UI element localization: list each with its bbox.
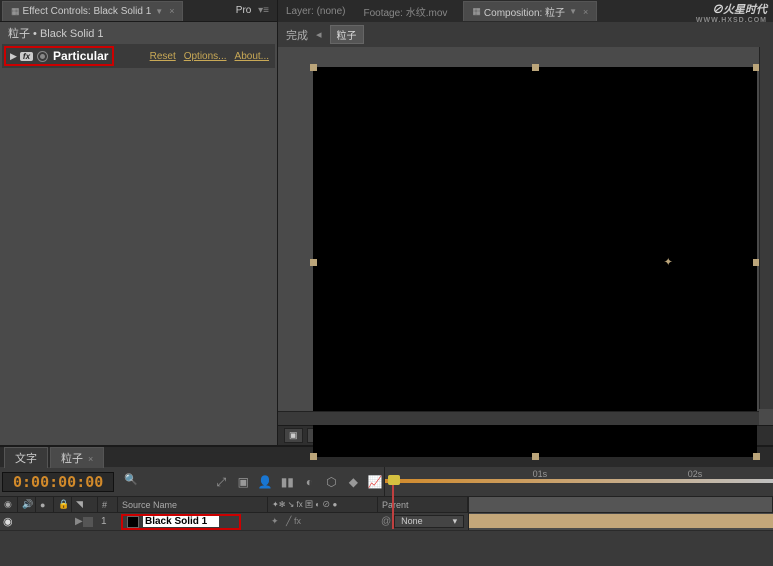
effect-about-icon[interactable]: [37, 51, 48, 62]
col-audio[interactable]: 🔊: [18, 497, 36, 512]
motion-blur-icon[interactable]: ◐: [300, 473, 318, 491]
time-navigator[interactable]: [385, 479, 773, 483]
composition-canvas[interactable]: ✦: [313, 67, 757, 457]
reset-link[interactable]: Reset: [150, 51, 176, 62]
timeline-panel: 文字 粒子× 0:00:00:00 🔍 ⤢ ▣ 👤 ▮▮ ◐ ⬡ ◆ 📈 01s…: [0, 445, 773, 563]
disclosure-triangle-icon[interactable]: ▶: [10, 51, 17, 62]
complete-label: 完成: [286, 27, 308, 43]
effect-name-highlight[interactable]: ▶ fx Particular: [4, 46, 114, 66]
layer-duration-bar[interactable]: [469, 514, 773, 528]
search-icon[interactable]: 🔍: [124, 473, 142, 491]
comp-mini-flowchart-icon[interactable]: ⤢: [212, 473, 230, 491]
project-tab[interactable]: Pro ▾≡: [228, 2, 277, 19]
viewer-tabs: Layer: (none) Footage: 水纹.mov ▦ Composit…: [278, 0, 773, 22]
parent-dropdown[interactable]: None▾: [394, 515, 464, 528]
graph-editor-icon[interactable]: 📈: [366, 473, 384, 491]
timeline-tab-particles[interactable]: 粒子×: [50, 447, 104, 468]
col-source-name[interactable]: Source Name: [118, 497, 268, 512]
camera-crosshair-icon: ✦: [664, 256, 673, 269]
col-solo[interactable]: ●: [36, 497, 54, 512]
effect-controls-panel: ▦ Effect Controls: Black Solid 1 ▼ × Pro…: [0, 0, 278, 445]
comp-chip[interactable]: 粒子: [330, 25, 364, 44]
brainstorm-icon[interactable]: ⬡: [322, 473, 340, 491]
viewer-subheader: 完成 ◂ 粒子: [278, 22, 773, 47]
panel-icon: ▦: [11, 6, 20, 17]
col-track-area: [468, 497, 773, 512]
vertical-scrollbar[interactable]: [759, 47, 773, 409]
options-link[interactable]: Options...: [184, 51, 227, 62]
handle-bc[interactable]: [532, 453, 539, 460]
col-switches[interactable]: ✦✻ ↘ fx 囯 ◐ ⊘ ●: [268, 497, 378, 512]
horizontal-scrollbar[interactable]: [278, 411, 759, 425]
dropdown-icon[interactable]: ▼: [569, 7, 577, 16]
layer-row[interactable]: ◉ ▶ 1 Black Solid 1 ✦ ╱ fx @ None▾: [0, 513, 773, 531]
handle-br[interactable]: [753, 453, 760, 460]
effect-item: ▶ fx Particular Reset Options... About..…: [2, 44, 275, 68]
column-headers: ◉ 🔊 ● 🔒 ◥ # Source Name ✦✻ ↘ fx 囯 ◐ ⊘ ● …: [0, 497, 773, 513]
playhead[interactable]: [389, 467, 399, 497]
layer-swatch: [127, 516, 139, 528]
always-preview-icon[interactable]: ▣: [284, 428, 303, 443]
effect-links: Reset Options... About...: [144, 48, 275, 65]
effect-controls-tab[interactable]: ▦ Effect Controls: Black Solid 1 ▼ ×: [2, 1, 183, 21]
handle-tc[interactable]: [532, 64, 539, 71]
viewer-panel: Layer: (none) Footage: 水纹.mov ▦ Composit…: [278, 0, 773, 445]
label-color[interactable]: [83, 517, 93, 527]
footage-tab[interactable]: Footage: 水纹.mov: [359, 4, 451, 19]
composition-tab[interactable]: ▦ Composition: 粒子 ▼ ×: [463, 1, 597, 21]
timecode-display[interactable]: 0:00:00:00: [2, 472, 114, 492]
shy-icon[interactable]: 👤: [256, 473, 274, 491]
breadcrumb: 粒子 • Black Solid 1: [0, 22, 277, 44]
fx-badge-icon[interactable]: fx: [20, 52, 33, 61]
visibility-toggle-icon[interactable]: ◉: [3, 515, 13, 528]
chevron-left-icon[interactable]: ◂: [316, 28, 322, 41]
timeline-tab-text[interactable]: 文字: [4, 447, 48, 468]
handle-tl[interactable]: [310, 64, 317, 71]
ruler-label: 02s: [688, 469, 703, 479]
layer-index: 1: [98, 513, 118, 530]
effect-name-label: Particular: [53, 49, 108, 63]
ruler-label: 01s: [533, 469, 548, 479]
handle-bl[interactable]: [310, 453, 317, 460]
layer-tab[interactable]: Layer: (none): [282, 6, 349, 17]
layer-track[interactable]: [468, 513, 773, 530]
col-lock[interactable]: 🔒: [54, 497, 72, 512]
col-label[interactable]: ◥: [72, 497, 98, 512]
close-icon[interactable]: ×: [88, 454, 93, 464]
tab-label: Effect Controls: Black Solid 1: [23, 6, 152, 17]
about-link[interactable]: About...: [235, 51, 269, 62]
time-ruler[interactable]: 01s 02s: [384, 467, 773, 497]
timeline-header: 0:00:00:00 🔍 ⤢ ▣ 👤 ▮▮ ◐ ⬡ ◆ 📈 01s 02s: [0, 467, 773, 497]
panel-tabs: ▦ Effect Controls: Black Solid 1 ▼ × Pro…: [0, 0, 277, 22]
draft-3d-icon[interactable]: ▣: [234, 473, 252, 491]
pickwhip-icon[interactable]: @: [381, 516, 391, 527]
layer-name: Black Solid 1: [143, 516, 219, 527]
col-visibility[interactable]: ◉: [0, 497, 18, 512]
disclosure-icon[interactable]: ▶: [75, 516, 83, 527]
frame-blend-icon[interactable]: ▮▮: [278, 473, 296, 491]
tab-dropdown-icon[interactable]: ▼: [155, 7, 163, 16]
close-icon[interactable]: ×: [583, 7, 588, 17]
close-icon[interactable]: ×: [169, 6, 174, 16]
auto-keyframe-icon[interactable]: ◆: [344, 473, 362, 491]
watermark-logo: ⊘火星时代 WWW.HXSD.COM: [696, 1, 767, 24]
comp-icon: ▦: [472, 6, 481, 17]
composition-viewer[interactable]: ✦: [278, 47, 773, 425]
panel-menu-icon[interactable]: ▾≡: [258, 5, 269, 16]
layer-name-highlight[interactable]: Black Solid 1: [121, 514, 241, 530]
col-index[interactable]: #: [98, 497, 118, 512]
timeline-tools: ⤢ ▣ 👤 ▮▮ ◐ ⬡ ◆ 📈: [212, 473, 384, 491]
handle-ml[interactable]: [310, 259, 317, 266]
